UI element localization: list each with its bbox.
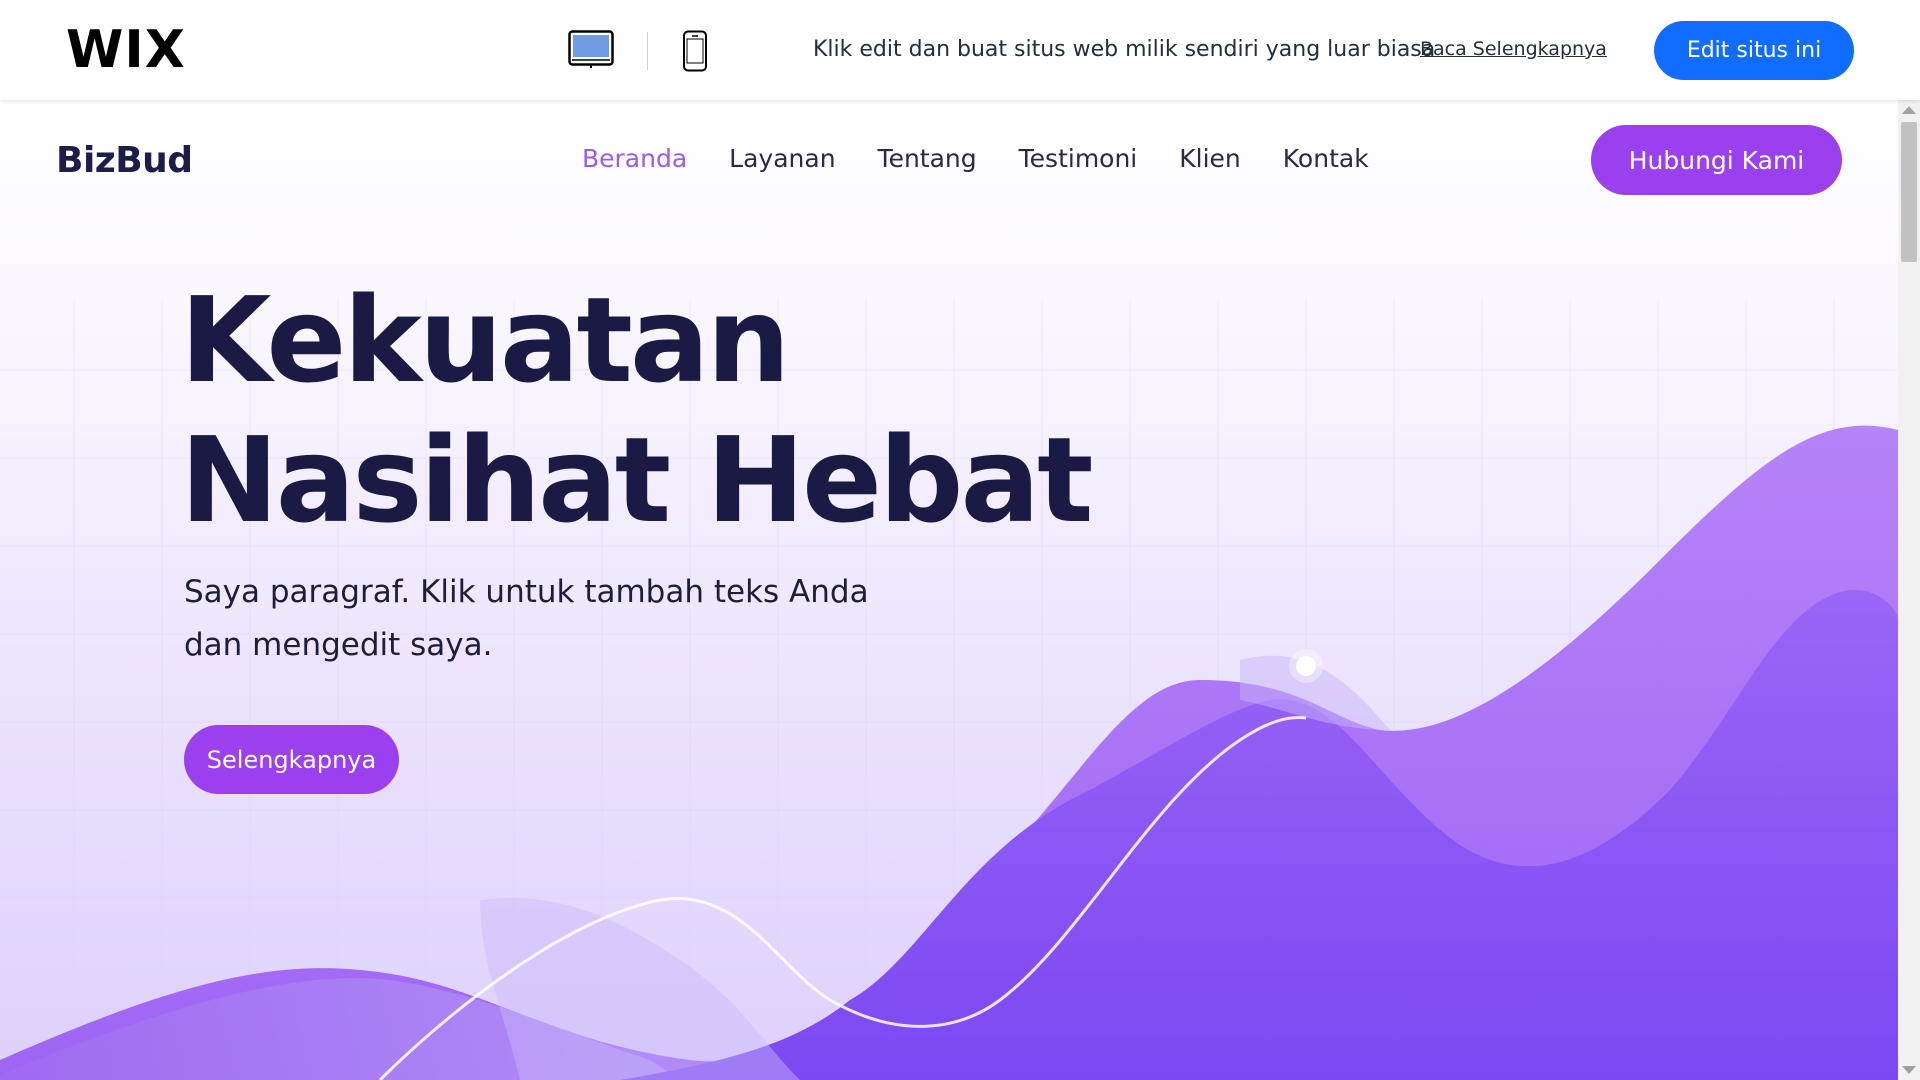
nav-item-kontak[interactable]: Kontak xyxy=(1283,144,1369,173)
scrollbar-thumb[interactable] xyxy=(1901,122,1917,262)
nav-item-tentang[interactable]: Tentang xyxy=(878,144,977,173)
mobile-icon[interactable] xyxy=(682,30,708,72)
hero-paragraph: Saya paragraf. Klik untuk tambah teks An… xyxy=(184,566,904,672)
wix-promo-message: Klik edit dan buat situs web milik sendi… xyxy=(813,37,1436,62)
wix-editor-bar: WIX Klik edit dan buat situs web milik s… xyxy=(0,0,1920,100)
hero-paragraph-line-2: dan mengedit saya. xyxy=(184,627,493,663)
contact-us-button[interactable]: Hubungi Kami xyxy=(1591,125,1842,195)
device-separator xyxy=(647,32,648,70)
hero-title-line-1: Kekuatan xyxy=(180,271,791,409)
scroll-down-arrow-icon[interactable] xyxy=(1902,1066,1916,1074)
hero-title: Kekuatan Nasihat Hebat xyxy=(180,270,1093,550)
nav-item-beranda[interactable]: Beranda xyxy=(582,144,687,173)
hero-paragraph-line-1: Saya paragraf. Klik untuk tambah teks An… xyxy=(184,574,869,610)
site-brand-logo[interactable]: BizBud xyxy=(56,140,193,181)
hero-title-line-2: Nasihat Hebat xyxy=(180,411,1093,549)
wix-logo[interactable]: WIX xyxy=(66,20,186,80)
learn-more-button[interactable]: Selengkapnya xyxy=(184,725,399,794)
nav-item-layanan[interactable]: Layanan xyxy=(729,144,835,173)
desktop-icon[interactable] xyxy=(568,30,614,70)
site-navigation: Beranda Layanan Tentang Testimoni Klien … xyxy=(582,144,1369,173)
page-scrollbar[interactable] xyxy=(1898,100,1920,1080)
read-more-link[interactable]: Baca Selengkapnya xyxy=(1420,38,1607,60)
nav-item-testimoni[interactable]: Testimoni xyxy=(1019,144,1138,173)
nav-item-klien[interactable]: Klien xyxy=(1179,144,1241,173)
website-canvas: BizBud Beranda Layanan Tentang Testimoni… xyxy=(0,100,1898,1080)
scroll-up-arrow-icon[interactable] xyxy=(1902,106,1916,114)
edit-site-button[interactable]: Edit situs ini xyxy=(1654,21,1854,80)
